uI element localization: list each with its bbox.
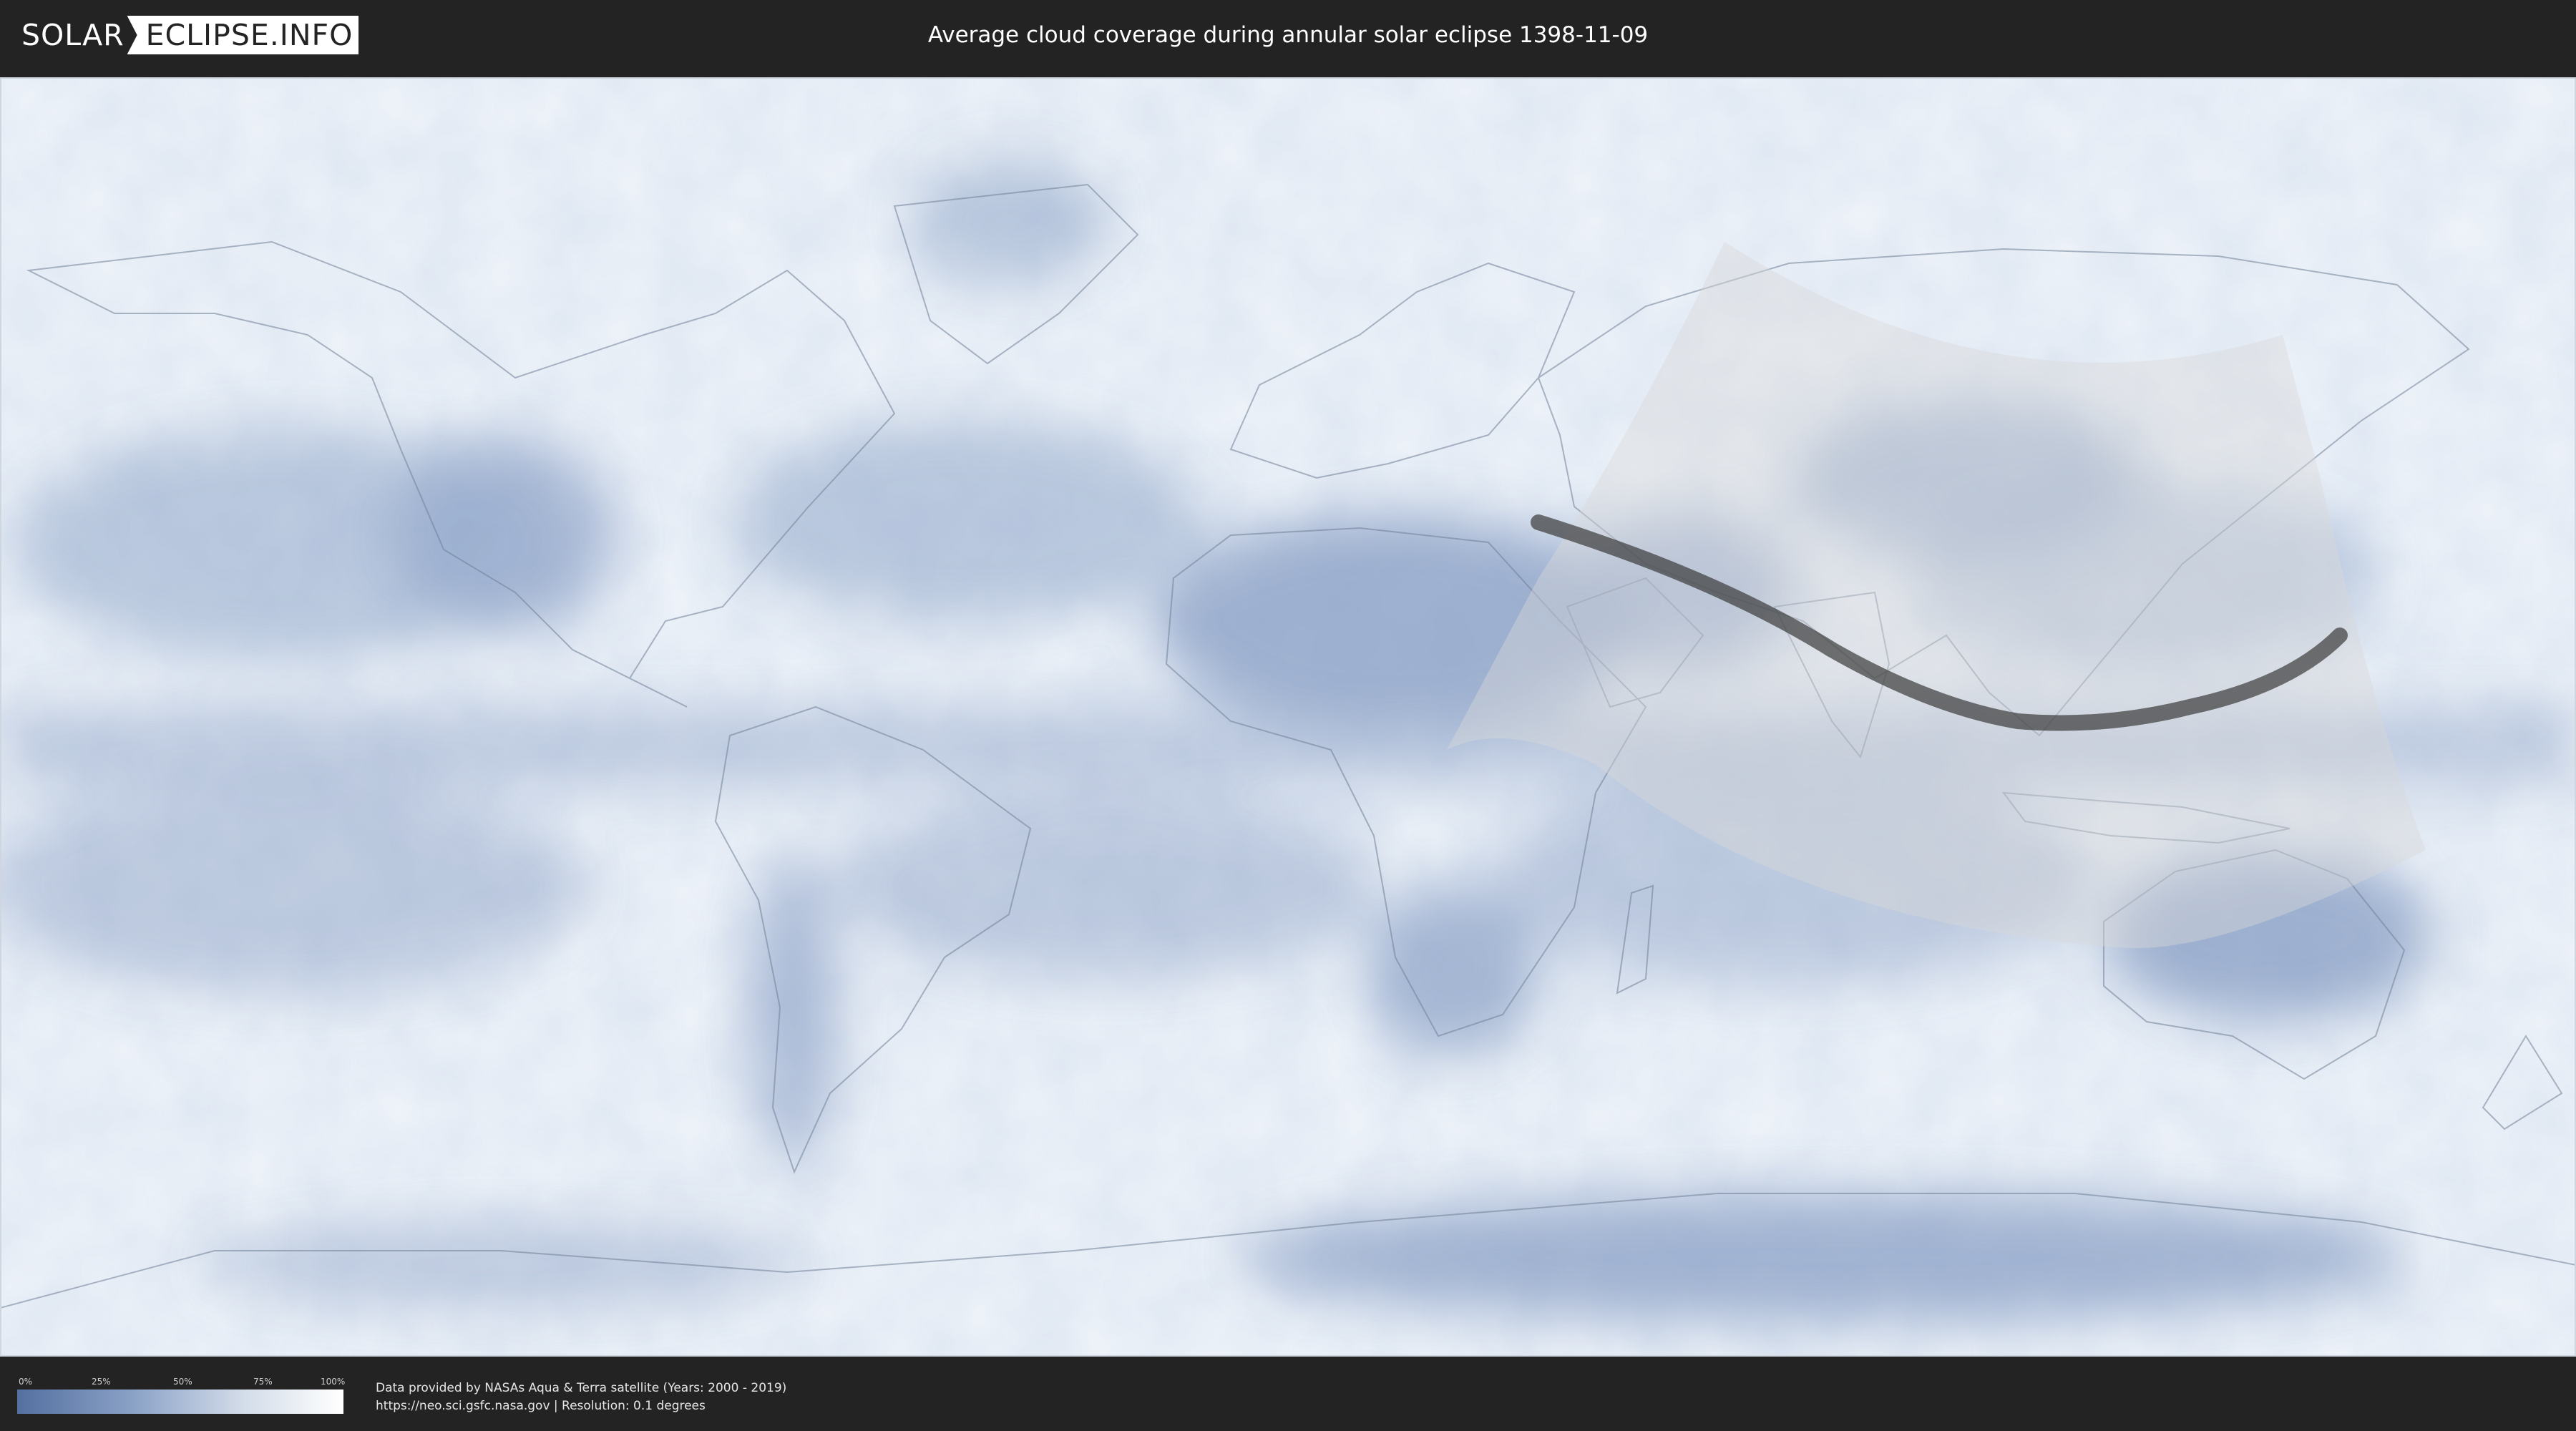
- legend-tick-75: 75%: [253, 1377, 273, 1387]
- footer-bar: 0% 25% 50% 75% 100% Data provided by NAS…: [0, 1357, 2576, 1431]
- page-title: Average cloud coverage during annular so…: [927, 22, 1649, 48]
- world-map-svg: [0, 77, 2576, 1357]
- cloud-coverage-legend: 0% 25% 50% 75% 100%: [17, 1377, 346, 1420]
- credits-line-url: https://neo.sci.gsfc.nasa.gov | Resoluti…: [376, 1399, 706, 1413]
- legend-tick-50: 50%: [173, 1377, 192, 1387]
- header-bar: SOLAR ECLIPSE.INFO Average cloud coverag…: [0, 0, 2576, 70]
- legend-tick-25: 25%: [92, 1377, 111, 1387]
- legend-tick-0: 0%: [19, 1377, 33, 1387]
- cloud-coverage-map[interactable]: [0, 77, 2576, 1357]
- legend-gradient-bar: [17, 1390, 343, 1414]
- data-credits: Data provided by NASAs Aqua & Terra sate…: [376, 1379, 786, 1415]
- legend-tick-100: 100%: [321, 1377, 346, 1387]
- credits-line-source: Data provided by NASAs Aqua & Terra sate…: [376, 1381, 787, 1395]
